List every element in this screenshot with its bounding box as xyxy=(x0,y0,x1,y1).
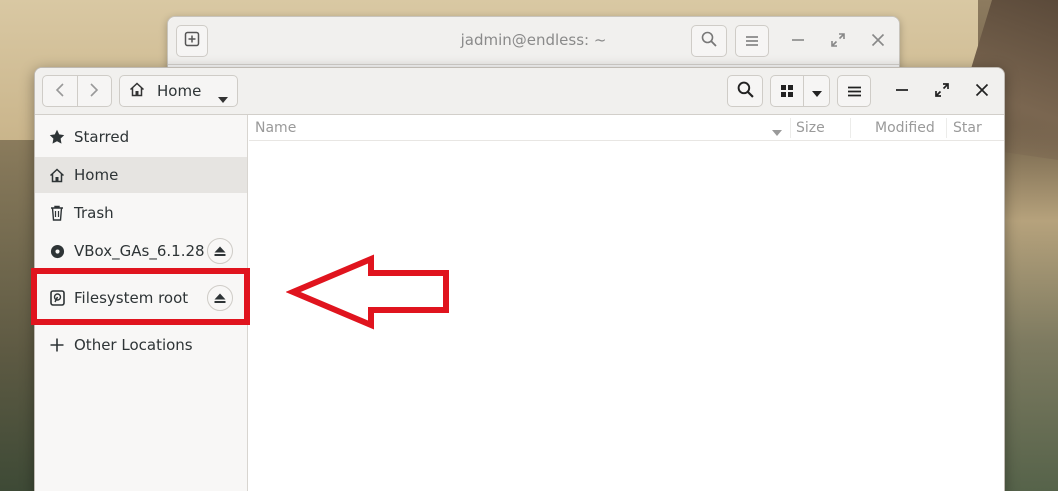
minimize-icon xyxy=(791,32,805,51)
search-icon xyxy=(737,81,754,102)
terminal-minimize-button[interactable] xyxy=(782,25,814,57)
maximize-button[interactable] xyxy=(926,75,958,107)
annotation-arrow-icon xyxy=(286,254,449,330)
sidebar-item-label: Starred xyxy=(74,128,130,146)
sidebar-item-label: Other Locations xyxy=(74,336,193,354)
column-separator xyxy=(946,118,947,138)
close-icon xyxy=(871,32,885,51)
terminal-search-button[interactable] xyxy=(691,25,727,57)
terminal-close-button[interactable] xyxy=(862,25,894,57)
column-header-modified[interactable]: Modified xyxy=(875,120,935,136)
sidebar-item-label: Home xyxy=(74,166,119,184)
column-separator xyxy=(790,118,791,138)
menu-icon xyxy=(847,82,861,101)
back-arrow-icon xyxy=(55,82,65,101)
home-icon xyxy=(129,81,145,101)
sidebar-item-starred[interactable]: Starred xyxy=(35,119,247,155)
disc-icon xyxy=(49,243,65,259)
trash-icon xyxy=(49,205,65,221)
maximize-icon xyxy=(935,82,949,101)
search-icon xyxy=(701,31,717,51)
eject-icon xyxy=(214,242,226,261)
search-button[interactable] xyxy=(727,75,763,107)
minimize-icon xyxy=(895,82,909,101)
view-options-group xyxy=(770,75,830,107)
view-options-dropdown[interactable] xyxy=(803,76,829,106)
forward-arrow-icon xyxy=(89,82,99,101)
sidebar-item-home[interactable]: Home xyxy=(35,157,247,193)
column-header-star[interactable]: Star xyxy=(953,120,982,136)
sidebar-item-trash[interactable]: Trash xyxy=(35,195,247,231)
grid-view-button[interactable] xyxy=(771,76,803,106)
column-header-name[interactable]: Name xyxy=(255,120,296,136)
sidebar-item-vbox-gas[interactable]: VBox_GAs_6.1.28 xyxy=(35,233,247,269)
minimize-button[interactable] xyxy=(886,75,918,107)
terminal-menu-button[interactable] xyxy=(735,25,769,57)
column-separator xyxy=(850,118,851,138)
menu-icon xyxy=(745,32,759,51)
file-list-header: Name Size Modified Star xyxy=(249,115,1004,141)
sort-descending-icon xyxy=(772,124,782,140)
main-menu-button[interactable] xyxy=(837,75,871,107)
close-button[interactable] xyxy=(966,75,998,107)
location-label: Home xyxy=(157,82,202,100)
back-button[interactable] xyxy=(43,76,77,106)
annotation-highlight-box xyxy=(31,268,250,325)
home-icon xyxy=(49,167,65,183)
location-path-button[interactable]: Home xyxy=(119,75,238,107)
column-header-size[interactable]: Size xyxy=(796,120,825,136)
forward-button[interactable] xyxy=(76,76,112,106)
grid-view-icon xyxy=(781,82,793,101)
eject-button[interactable] xyxy=(207,238,233,264)
close-icon xyxy=(975,82,989,101)
maximize-icon xyxy=(831,32,845,51)
star-icon xyxy=(49,129,65,145)
sidebar-item-other-locations[interactable]: Other Locations xyxy=(35,327,247,363)
sidebar-item-label: VBox_GAs_6.1.28 xyxy=(74,242,205,260)
terminal-maximize-button[interactable] xyxy=(822,25,854,57)
files-header-bar: Home xyxy=(35,68,1004,115)
dropdown-caret-icon xyxy=(811,82,822,101)
history-navigation xyxy=(42,75,112,107)
dropdown-caret-icon xyxy=(218,88,228,107)
terminal-header: jadmin@endless: ~ xyxy=(168,17,899,65)
plus-icon xyxy=(49,337,65,353)
sidebar-item-label: Trash xyxy=(74,204,114,222)
